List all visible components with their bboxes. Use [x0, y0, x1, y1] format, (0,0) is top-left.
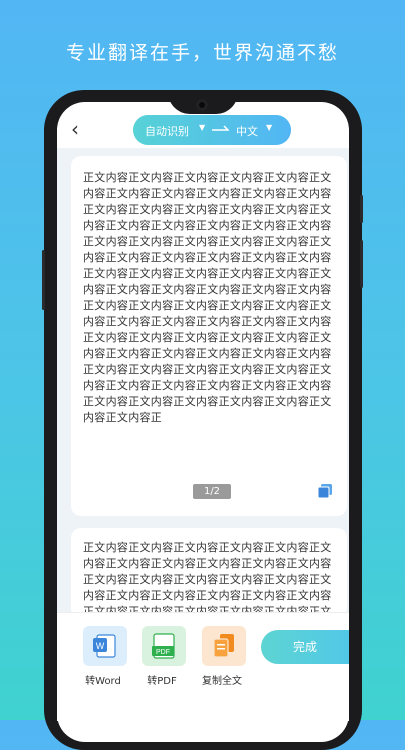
phone-left-button	[42, 250, 45, 310]
convert-pdf-label: 转PDF	[147, 676, 177, 687]
headline: 专业翻译在手，世界沟通不愁	[65, 42, 339, 64]
phone-volume-button	[360, 240, 363, 288]
source-language-dropdown[interactable]: 自动识别	[145, 123, 189, 139]
copy-all-label: 复制全文	[202, 676, 242, 687]
phone-side-button	[360, 195, 363, 223]
convert-word-button[interactable]: W	[83, 626, 127, 666]
svg-text:W: W	[96, 641, 105, 651]
pdf-icon: PDF	[152, 633, 175, 659]
convert-pdf-button[interactable]: PDF	[142, 626, 186, 666]
document-page-text: 正文内容正文内容正文内容正文内容正文内容正文内容正文内容正文内容正文内容正文内容…	[83, 171, 332, 424]
back-button[interactable]: ‹	[71, 119, 91, 139]
language-selector: 自动识别 ▼ 中文 ▼	[133, 115, 291, 145]
copy-page-icon[interactable]	[316, 482, 334, 500]
swap-arrow-icon[interactable]	[211, 121, 229, 135]
convert-word-label: 转Word	[85, 676, 121, 687]
word-icon: W	[93, 634, 116, 658]
document-page-text: 正文内容正文内容正文内容正文内容正文内容正文内容正文内容正文内容正文内容正文内容…	[83, 541, 332, 616]
done-button[interactable]: 完成	[261, 630, 349, 664]
front-camera	[196, 99, 208, 111]
copy-icon	[213, 634, 234, 658]
copy-all-button[interactable]	[202, 626, 246, 666]
page-indicator: 1/2	[193, 484, 231, 499]
svg-text:PDF: PDF	[156, 649, 170, 656]
caret-down-icon: ▼	[266, 123, 273, 132]
target-language-dropdown[interactable]: 中文	[236, 123, 258, 139]
caret-down-icon: ▼	[199, 123, 206, 132]
back-arrow-icon: ‹	[71, 117, 79, 141]
